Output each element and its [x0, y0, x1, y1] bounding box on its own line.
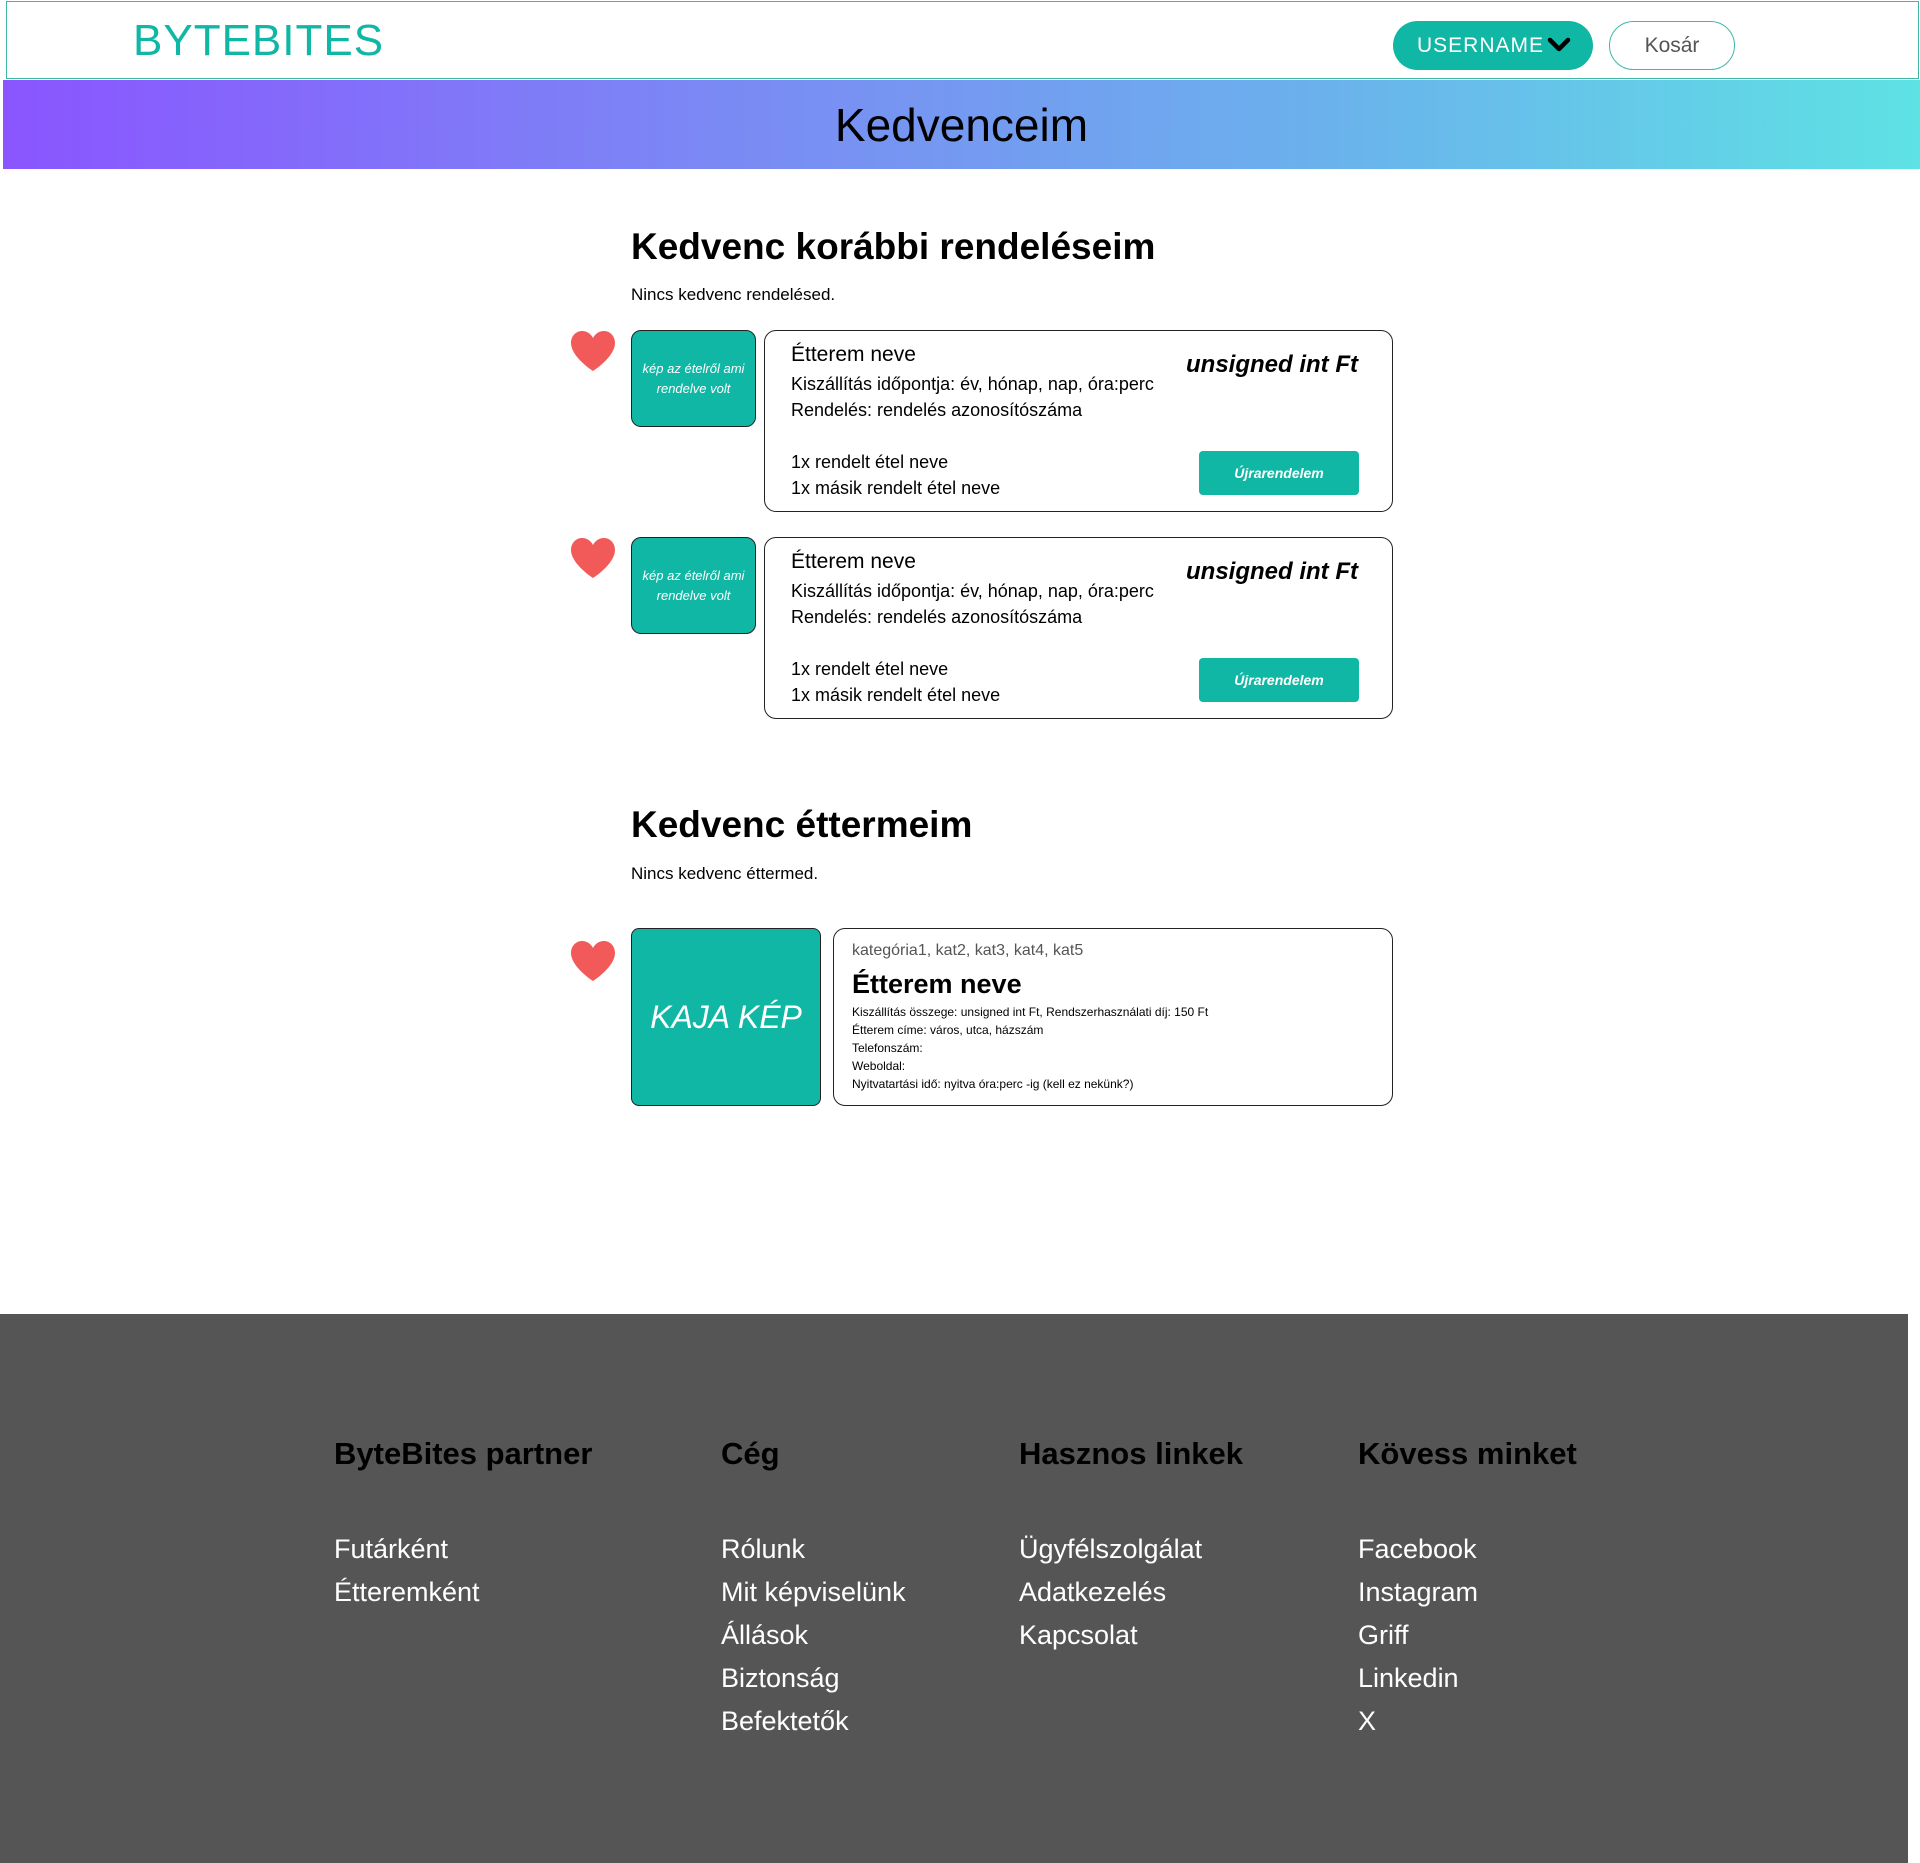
footer-link-facebook[interactable]: Facebook — [1358, 1528, 1577, 1571]
order-food-image: kép az ételről ami rendelve volt — [631, 537, 756, 634]
order-id: Rendelés: rendelés azonosítószáma — [791, 400, 1083, 420]
footer-column-partner: ByteBites partner Futárként Étteremként — [334, 1436, 592, 1614]
username-label: USERNAME — [1417, 33, 1545, 57]
order-item: 1x rendelt étel neve — [791, 659, 949, 679]
order-item: 1x másik rendelt étel neve — [791, 478, 1001, 498]
footer-column-title: Hasznos linkek — [1019, 1436, 1243, 1471]
order-food-image: kép az ételről ami rendelve volt — [631, 330, 756, 427]
order-restaurant-name: Étterem neve — [791, 343, 916, 366]
logo[interactable]: BYTEBITES — [133, 16, 384, 66]
restaurant-website: Weboldal: — [852, 1059, 906, 1073]
restaurant-name: Étterem neve — [852, 969, 1022, 999]
order-delivery-time: Kiszállítás időpontja: év, hónap, nap, ó… — [791, 581, 1154, 601]
top-navbar: BYTEBITES USERNAME Kosár — [6, 1, 1919, 79]
footer-link-restaurant[interactable]: Étteremként — [334, 1571, 592, 1614]
reorder-button[interactable]: Újrarendelem — [1199, 451, 1359, 495]
footer-column-title: ByteBites partner — [334, 1436, 593, 1471]
footer-column-follow: Kövess minket Facebook Instagram Griff L… — [1358, 1436, 1577, 1743]
footer-column-company: Cég Rólunk Mit képviselünk Állások Bizto… — [721, 1436, 906, 1743]
footer-link-griff[interactable]: Griff — [1358, 1614, 1577, 1657]
footer-column-useful-links: Hasznos linkek Ügyfélszolgálat Adatkezel… — [1019, 1436, 1243, 1657]
footer-link-privacy[interactable]: Adatkezelés — [1019, 1571, 1243, 1614]
order-item: 1x másik rendelt étel neve — [791, 685, 1001, 705]
footer-link-security[interactable]: Biztonság — [721, 1657, 906, 1700]
footer-column-title: Kövess minket — [1358, 1436, 1577, 1471]
footer-link-investors[interactable]: Befektetők — [721, 1700, 906, 1743]
favorite-orders-empty-note: Nincs kedvenc rendelésed. — [631, 285, 836, 304]
page-title: Kedvenceim — [834, 98, 1089, 151]
footer-link-linkedin[interactable]: Linkedin — [1358, 1657, 1577, 1700]
reorder-button[interactable]: Újrarendelem — [1199, 658, 1359, 702]
footer: ByteBites partner Futárként Étteremként … — [0, 1314, 1908, 1863]
footer-link-support[interactable]: Ügyfélszolgálat — [1019, 1528, 1243, 1571]
chevron-down-icon — [1547, 37, 1571, 52]
footer-link-jobs[interactable]: Állások — [721, 1614, 906, 1657]
restaurant-opening-hours: Nyitvatartási idő: nyitva óra:perc -ig (… — [852, 1077, 1134, 1091]
heart-icon[interactable] — [569, 330, 617, 372]
footer-link-instagram[interactable]: Instagram — [1358, 1571, 1577, 1614]
footer-column-title: Cég — [721, 1436, 780, 1471]
footer-link-values[interactable]: Mit képviselünk — [721, 1571, 906, 1614]
order-item: 1x rendelt étel neve — [791, 452, 949, 472]
favorite-restaurants-empty-note: Nincs kedvenc éttermed. — [631, 864, 819, 883]
footer-link-courier[interactable]: Futárként — [334, 1528, 592, 1571]
restaurant-phone: Telefonszám: — [852, 1041, 923, 1055]
footer-link-about[interactable]: Rólunk — [721, 1528, 906, 1571]
favorite-restaurants-title: Kedvenc éttermeim — [631, 804, 973, 845]
order-card: Étterem neve Kiszállítás időpontja: év, … — [764, 537, 1393, 719]
restaurant-food-image: KAJA KÉP — [631, 928, 821, 1106]
order-price: unsigned int Ft — [1186, 351, 1358, 378]
order-restaurant-name: Étterem neve — [791, 550, 916, 573]
footer-link-contact[interactable]: Kapcsolat — [1019, 1614, 1243, 1657]
heart-icon[interactable] — [569, 537, 617, 579]
order-id: Rendelés: rendelés azonosítószáma — [791, 607, 1083, 627]
restaurant-card[interactable]: kategória1, kat2, kat3, kat4, kat5 Étter… — [833, 928, 1393, 1106]
page-banner: Kedvenceim — [3, 80, 1920, 169]
user-menu-button[interactable]: USERNAME — [1393, 21, 1593, 70]
heart-icon[interactable] — [569, 940, 617, 982]
restaurant-categories: kategória1, kat2, kat3, kat4, kat5 — [852, 942, 1084, 959]
cart-button[interactable]: Kosár — [1609, 21, 1735, 70]
restaurant-address: Étterem címe: város, utca, házszám — [852, 1023, 1044, 1037]
order-card: Étterem neve Kiszállítás időpontja: év, … — [764, 330, 1393, 512]
restaurant-delivery-fee: Kiszállítás összege: unsigned int Ft, Re… — [852, 1005, 1209, 1019]
favorite-orders-title: Kedvenc korábbi rendeléseim — [631, 226, 1156, 267]
order-delivery-time: Kiszállítás időpontja: év, hónap, nap, ó… — [791, 374, 1154, 394]
order-price: unsigned int Ft — [1186, 558, 1358, 585]
footer-link-x[interactable]: X — [1358, 1700, 1577, 1743]
